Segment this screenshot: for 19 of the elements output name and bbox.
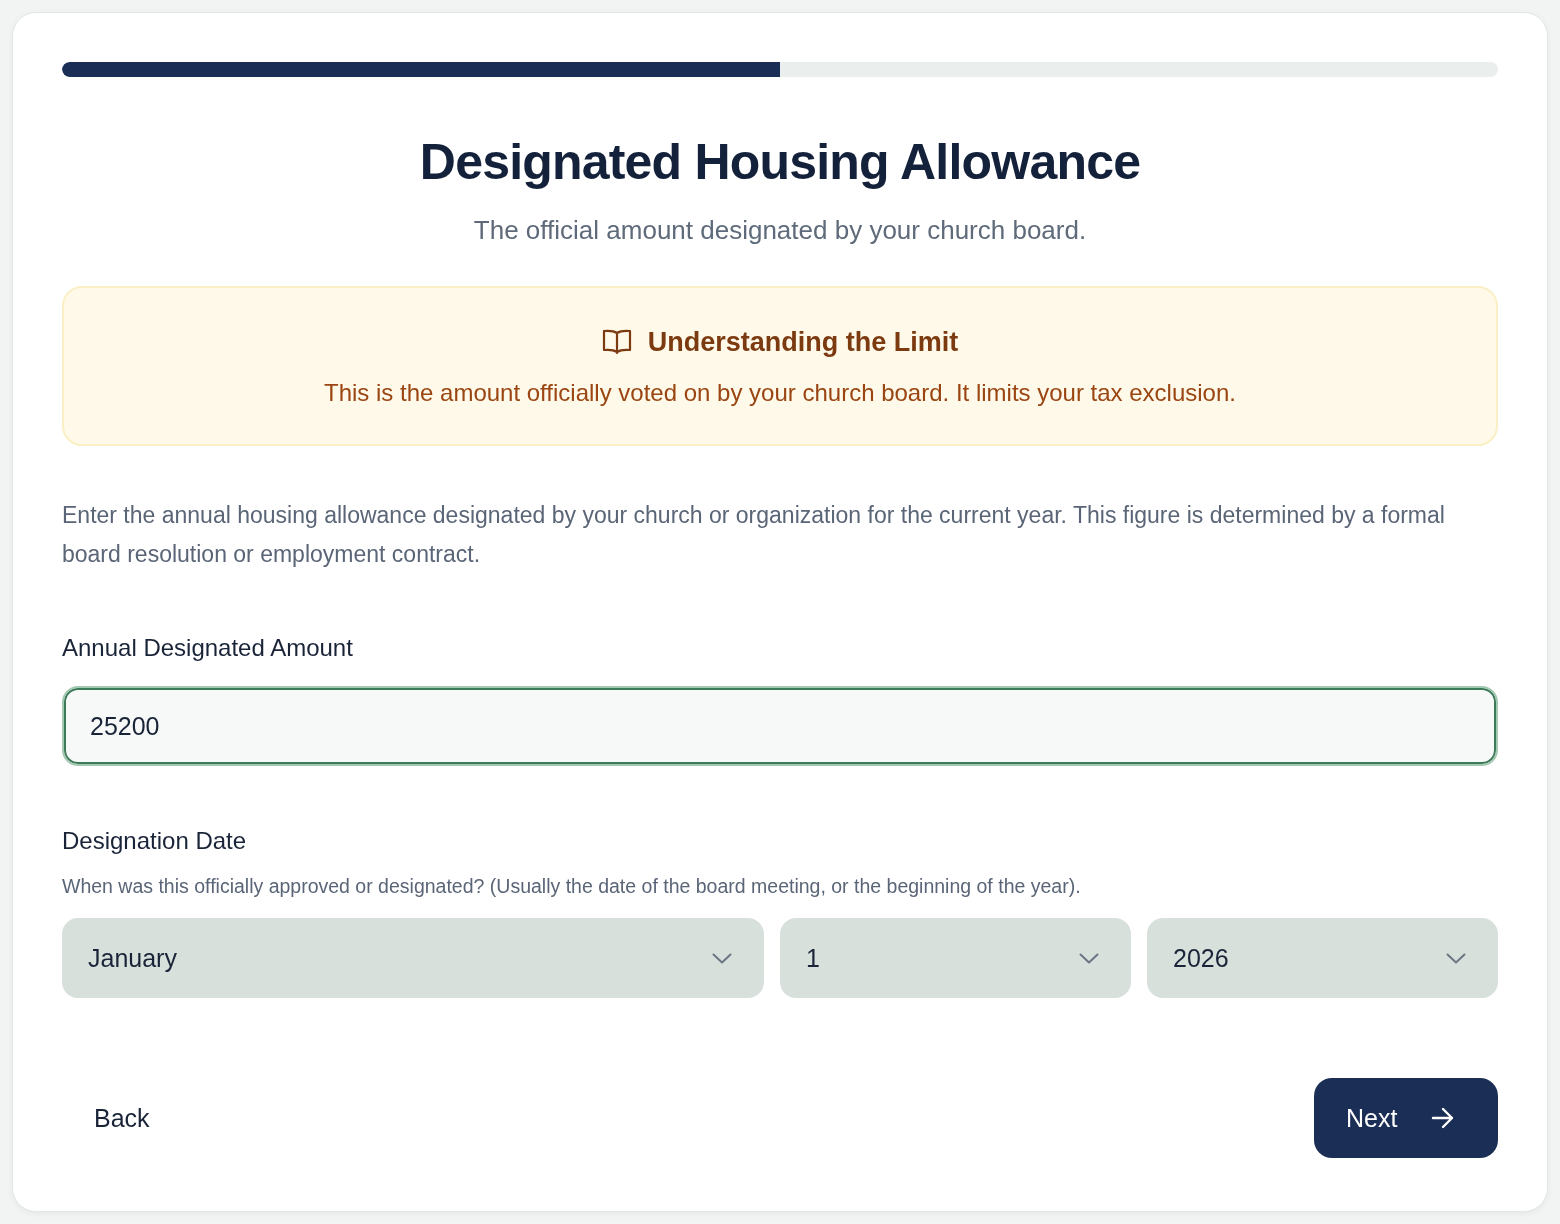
next-button[interactable]: Next bbox=[1314, 1078, 1498, 1158]
info-text: This is the amount officially voted on by your church board. It limits your tax exclusion. bbox=[324, 378, 1236, 408]
chevron-down-icon bbox=[1079, 952, 1099, 964]
book-icon bbox=[601, 328, 632, 356]
chevron-down-icon bbox=[712, 952, 732, 964]
chevron-down-icon bbox=[1446, 952, 1466, 964]
back-button[interactable]: Back bbox=[62, 1078, 182, 1158]
page-title: Designated Housing Allowance bbox=[418, 133, 1142, 192]
amount-input[interactable]: 25200 bbox=[62, 686, 1498, 766]
page-subtitle: The official amount designated by your church board. bbox=[472, 214, 1088, 247]
month-select[interactable]: January bbox=[62, 918, 764, 998]
field-label: Annual Designated Amount bbox=[62, 633, 354, 663]
info-heading: Understanding the Limit bbox=[647, 326, 959, 359]
description-text: Enter the annual housing allowance designated by your church or organization for the current year. This figure is determined by a formal board resolution or employment contract. bbox=[62, 501, 1446, 569]
day-select[interactable]: 1 bbox=[780, 918, 1131, 998]
field-hint: When was this officially approved or designated? (Usually the date of the board meeting, or the beginning of the year). bbox=[62, 874, 1082, 899]
arrow-right-icon bbox=[1431, 1107, 1456, 1129]
year-select[interactable]: 2026 bbox=[1147, 918, 1498, 998]
field-label: Designation Date bbox=[62, 826, 248, 856]
